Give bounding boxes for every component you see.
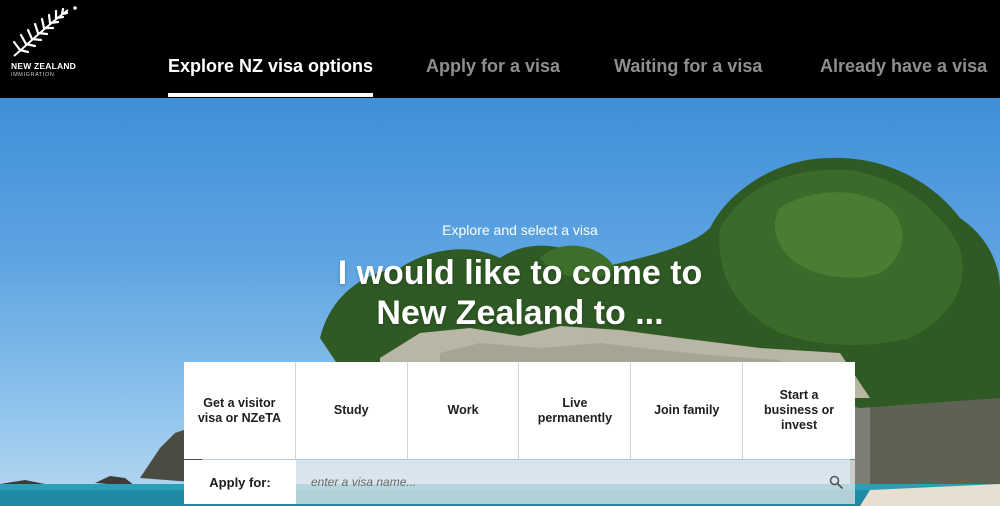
search-icon[interactable] [829,475,843,489]
tab-waiting-for-a-visa[interactable]: Waiting for a visa [614,56,762,77]
visa-name-search-input[interactable] [296,460,855,504]
tab-explore-nz-visa-options[interactable]: Explore NZ visa options [168,56,374,97]
category-live-permanently-tile[interactable]: Live permanently [519,362,632,459]
category-visitor-visa-tile[interactable]: Get a visitor visa or NZeTA [184,362,296,459]
category-business-invest-tile[interactable]: Start a business or invest [743,362,855,459]
main-nav-tabs: Explore NZ visa options Apply for a visa… [0,0,1000,98]
category-study-tile[interactable]: Study [295,362,408,459]
tab-already-have-a-visa[interactable]: Already have a visa [820,56,987,77]
hero-title: I would like to come to New Zealand to .… [337,254,703,332]
hero-banner: Explore and select a visa I would like t… [0,98,1000,506]
tab-apply-for-a-visa[interactable]: Apply for a visa [426,56,560,77]
apply-for-bar: Apply for: [184,460,855,504]
category-work-tile[interactable]: Work [407,362,520,459]
top-navigation-bar: NEW ZEALAND IMMIGRATION Explore NZ visa … [0,0,1000,98]
category-join-family-tile[interactable]: Join family [631,362,744,459]
apply-for-label: Apply for: [184,460,296,504]
visa-search-field [296,460,855,504]
hero-subtitle: Explore and select a visa [442,222,598,238]
visa-category-tiles: Get a visitor visa or NZeTA Study Work L… [184,362,855,459]
